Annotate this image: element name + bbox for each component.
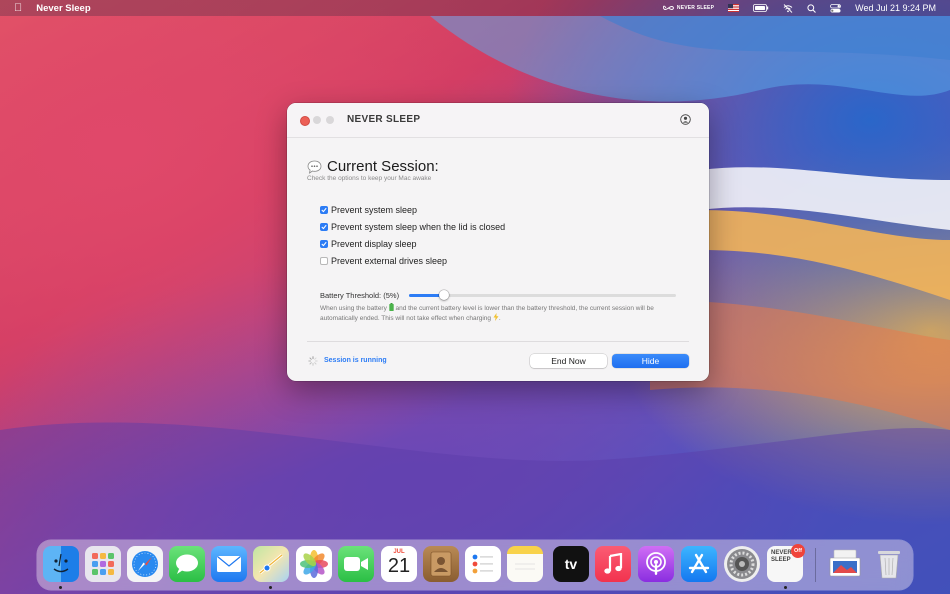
launchpad-icon[interactable] [85, 546, 121, 582]
option-prevent-drives-sleep[interactable]: Prevent external drives sleep [320, 256, 447, 266]
apple-tv-label: tv [564, 556, 578, 572]
never-sleep-icon-text: NEVER SLEEP [771, 550, 792, 563]
zoom-button[interactable] [326, 116, 334, 124]
checkbox-checked[interactable] [320, 206, 328, 214]
spinner-icon [308, 356, 318, 366]
checkbox-checked[interactable] [320, 240, 328, 248]
wifi-off-icon[interactable] [783, 3, 793, 13]
messages-icon[interactable] [169, 546, 205, 582]
checkbox-checked[interactable] [320, 223, 328, 231]
option-label: Prevent display sleep [331, 239, 417, 249]
mail-icon[interactable] [211, 546, 247, 582]
end-now-button[interactable]: End Now [530, 354, 607, 368]
hide-button[interactable]: Hide [612, 354, 689, 368]
speech-bubble-icon [307, 160, 322, 174]
running-indicator [59, 586, 62, 589]
running-indicator [269, 586, 272, 589]
calendar-day: 21 [387, 555, 411, 577]
system-preferences-icon[interactable] [724, 546, 760, 582]
running-indicator [784, 586, 787, 589]
window-title: NEVER SLEEP [347, 114, 421, 125]
battery-icon[interactable] [753, 4, 769, 12]
checkbox-unchecked[interactable] [320, 257, 328, 265]
battery-threshold-label: Battery Threshold: (5%) [320, 291, 400, 300]
session-subtitle: Check the options to keep your Mac awake [307, 175, 432, 182]
never-sleep-status-item[interactable]: NEVER SLEEP [662, 5, 715, 11]
infinity-icon [662, 5, 674, 10]
calendar-icon[interactable]: JUL 21 [381, 546, 417, 582]
facetime-icon[interactable] [338, 546, 374, 582]
option-label: Prevent external drives sleep [331, 256, 448, 266]
option-prevent-lid-sleep[interactable]: Prevent system sleep when the lid is clo… [320, 222, 505, 232]
maps-icon[interactable] [253, 546, 289, 582]
slider-knob[interactable] [438, 290, 449, 300]
option-prevent-system-sleep[interactable]: Prevent system sleep [320, 205, 417, 215]
podcasts-icon[interactable] [638, 546, 674, 582]
battery-threshold-description: When using the battery and the current b… [320, 303, 680, 323]
preview-icon[interactable] [827, 546, 863, 582]
divider [307, 341, 689, 342]
notes-icon[interactable] [507, 546, 543, 582]
session-status: Session is running [324, 357, 387, 364]
desc-part-1: When using the battery [320, 305, 387, 312]
reminders-icon[interactable] [465, 546, 501, 582]
dock-separator [815, 548, 816, 582]
us-flag-icon[interactable] [728, 4, 740, 12]
close-button[interactable] [300, 116, 310, 126]
control-center-icon[interactable] [830, 3, 842, 13]
menu-clock[interactable]: Wed Jul 21 9:24 PM [855, 3, 936, 13]
option-prevent-display-sleep[interactable]: Prevent display sleep [320, 239, 417, 249]
finder-icon[interactable] [43, 546, 79, 582]
trash-icon[interactable] [871, 546, 907, 582]
notification-badge: Off [791, 544, 805, 558]
never-sleep-window: NEVER SLEEP Current Session: Check the o… [287, 103, 709, 381]
dock: JUL 21 tv NEVER SLEEP Off [37, 540, 913, 590]
contacts-icon[interactable] [423, 546, 459, 582]
battery-threshold-slider[interactable] [409, 290, 676, 300]
option-label: Prevent system sleep when the lid is clo… [331, 222, 506, 232]
apple-menu-icon[interactable]:  [14, 0, 22, 16]
safari-icon[interactable] [127, 546, 163, 582]
title-bar: NEVER SLEEP [287, 103, 709, 138]
music-icon[interactable] [595, 546, 631, 582]
apple-tv-icon[interactable]: tv [553, 546, 589, 582]
menu-bar:  Never Sleep NEVER SLEEP [0, 0, 950, 16]
photos-icon[interactable] [296, 546, 332, 582]
spotlight-search-icon[interactable] [807, 3, 816, 13]
option-label: Prevent system sleep [331, 205, 418, 215]
never-sleep-status-text: NEVER SLEEP [676, 5, 715, 11]
session-heading: Current Session: [307, 158, 439, 175]
account-icon[interactable] [680, 114, 691, 125]
desc-part-3: . [498, 315, 501, 322]
app-menu-name[interactable]: Never Sleep [36, 3, 90, 14]
minimize-button[interactable] [313, 116, 321, 124]
session-title-text: Current Session: [327, 158, 439, 175]
app-store-icon[interactable] [681, 546, 717, 582]
